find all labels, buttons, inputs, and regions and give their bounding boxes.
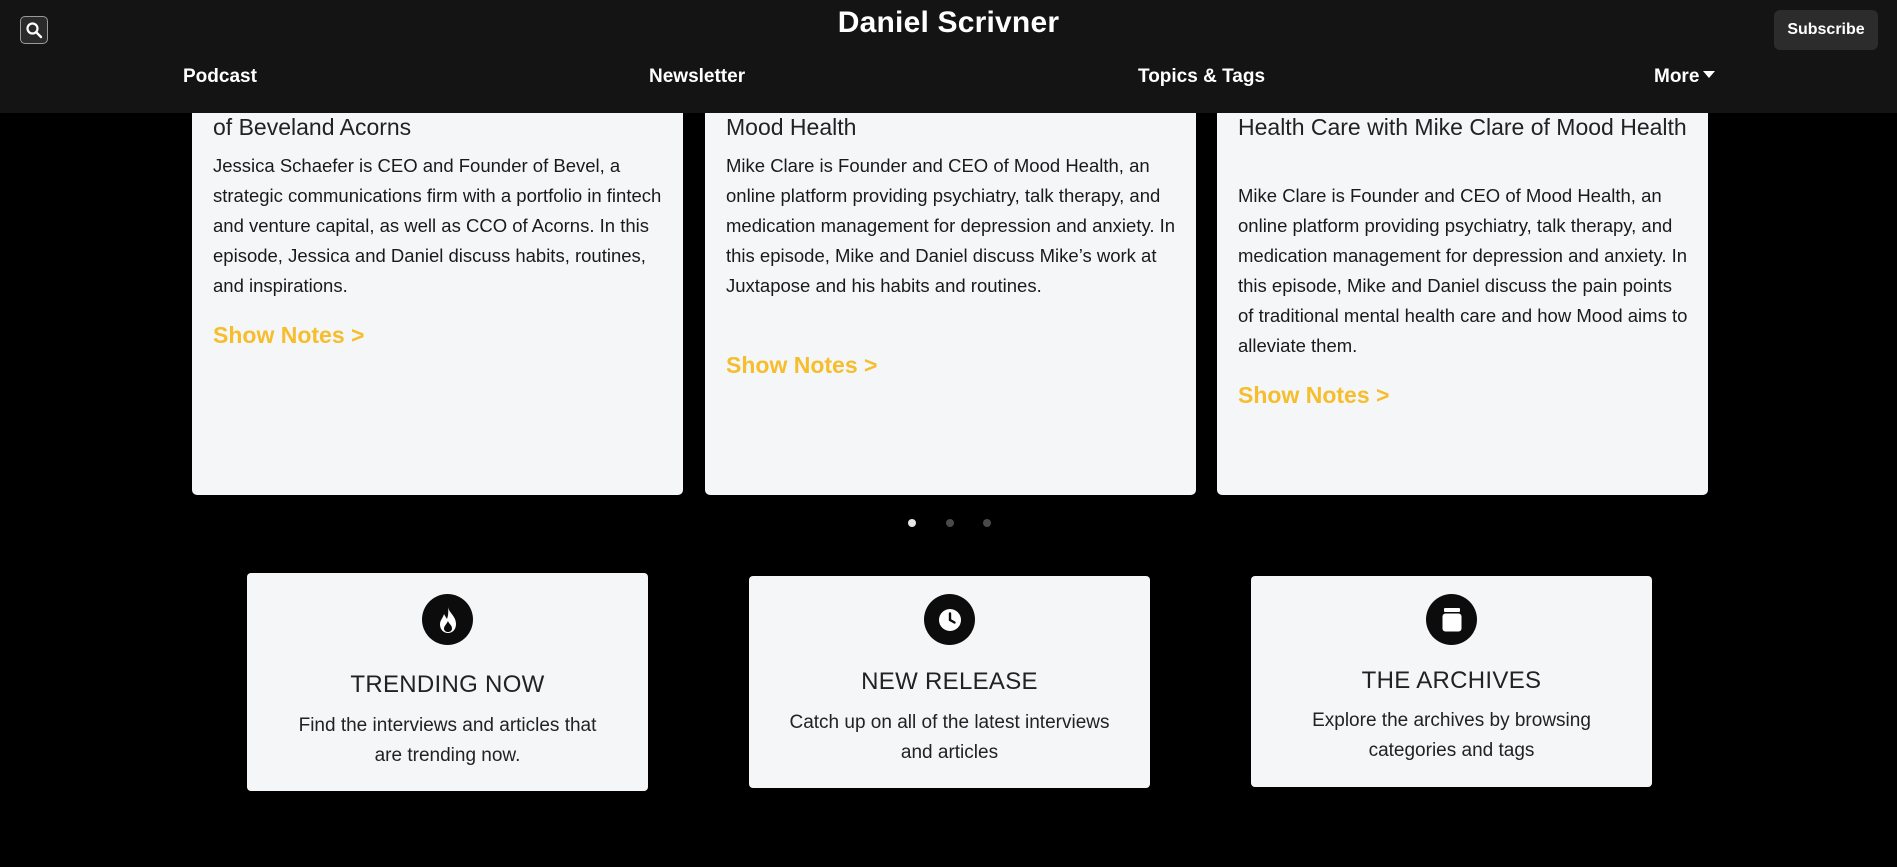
nav-newsletter[interactable]: Newsletter [649, 66, 745, 88]
search-icon [26, 22, 43, 39]
episode-card[interactable]: of Beveland Acorns Jessica Schaefer is C… [192, 60, 683, 495]
subscribe-button[interactable]: Subscribe [1774, 10, 1878, 50]
show-notes-link[interactable]: Show Notes > [213, 322, 364, 349]
search-button[interactable] [20, 16, 48, 44]
episode-description: Mike Clare is Founder and CEO of Mood He… [1238, 185, 1688, 356]
nav-more-label: More [1654, 66, 1700, 87]
chevron-down-icon [1703, 71, 1716, 78]
feature-title: THE ARCHIVES [1361, 667, 1542, 694]
carousel-dot[interactable] [946, 519, 954, 527]
episode-card[interactable]: Health Care with Mike Clare of Mood Heal… [1217, 60, 1708, 495]
feature-archives[interactable]: THE ARCHIVES Explore the archives by bro… [1251, 576, 1652, 787]
carousel-dot-active[interactable] [908, 519, 916, 527]
archive-jar-icon [1426, 594, 1477, 645]
feature-new-release[interactable]: NEW RELEASE Catch up on all of the lates… [749, 576, 1150, 788]
episode-description: Mike Clare is Founder and CEO of Mood He… [726, 155, 1176, 296]
feature-description: Explore the archives by browsing categor… [1312, 710, 1591, 761]
episode-title[interactable]: of Beveland Acorns [213, 112, 663, 142]
flame-icon [422, 594, 473, 645]
nav-topics-tags[interactable]: Topics & Tags [1138, 66, 1265, 88]
nav-podcast[interactable]: Podcast [183, 66, 257, 88]
episode-title[interactable]: Mood Health [726, 112, 1176, 142]
site-header: Daniel Scrivner Subscribe Podcast Newsle… [0, 0, 1897, 113]
carousel-dot[interactable] [983, 519, 991, 527]
show-notes-link[interactable]: Show Notes > [1238, 382, 1389, 409]
nav-more-dropdown[interactable]: More [1654, 66, 1716, 88]
feature-description: Catch up on all of the latest interviews… [789, 712, 1110, 763]
episode-title[interactable]: Health Care with Mike Clare of Mood Heal… [1238, 112, 1688, 142]
clock-icon [924, 594, 975, 645]
feature-title: TRENDING NOW [350, 671, 545, 698]
site-title[interactable]: Daniel Scrivner [0, 6, 1897, 40]
feature-description: Find the interviews and articles that ar… [298, 715, 597, 766]
show-notes-link[interactable]: Show Notes > [726, 352, 877, 379]
feature-trending[interactable]: TRENDING NOW Find the interviews and art… [247, 573, 648, 791]
feature-title: NEW RELEASE [861, 668, 1038, 695]
episode-description: Jessica Schaefer is CEO and Founder of B… [213, 155, 662, 296]
episode-card[interactable]: Mood Health Mike Clare is Founder and CE… [705, 60, 1196, 495]
